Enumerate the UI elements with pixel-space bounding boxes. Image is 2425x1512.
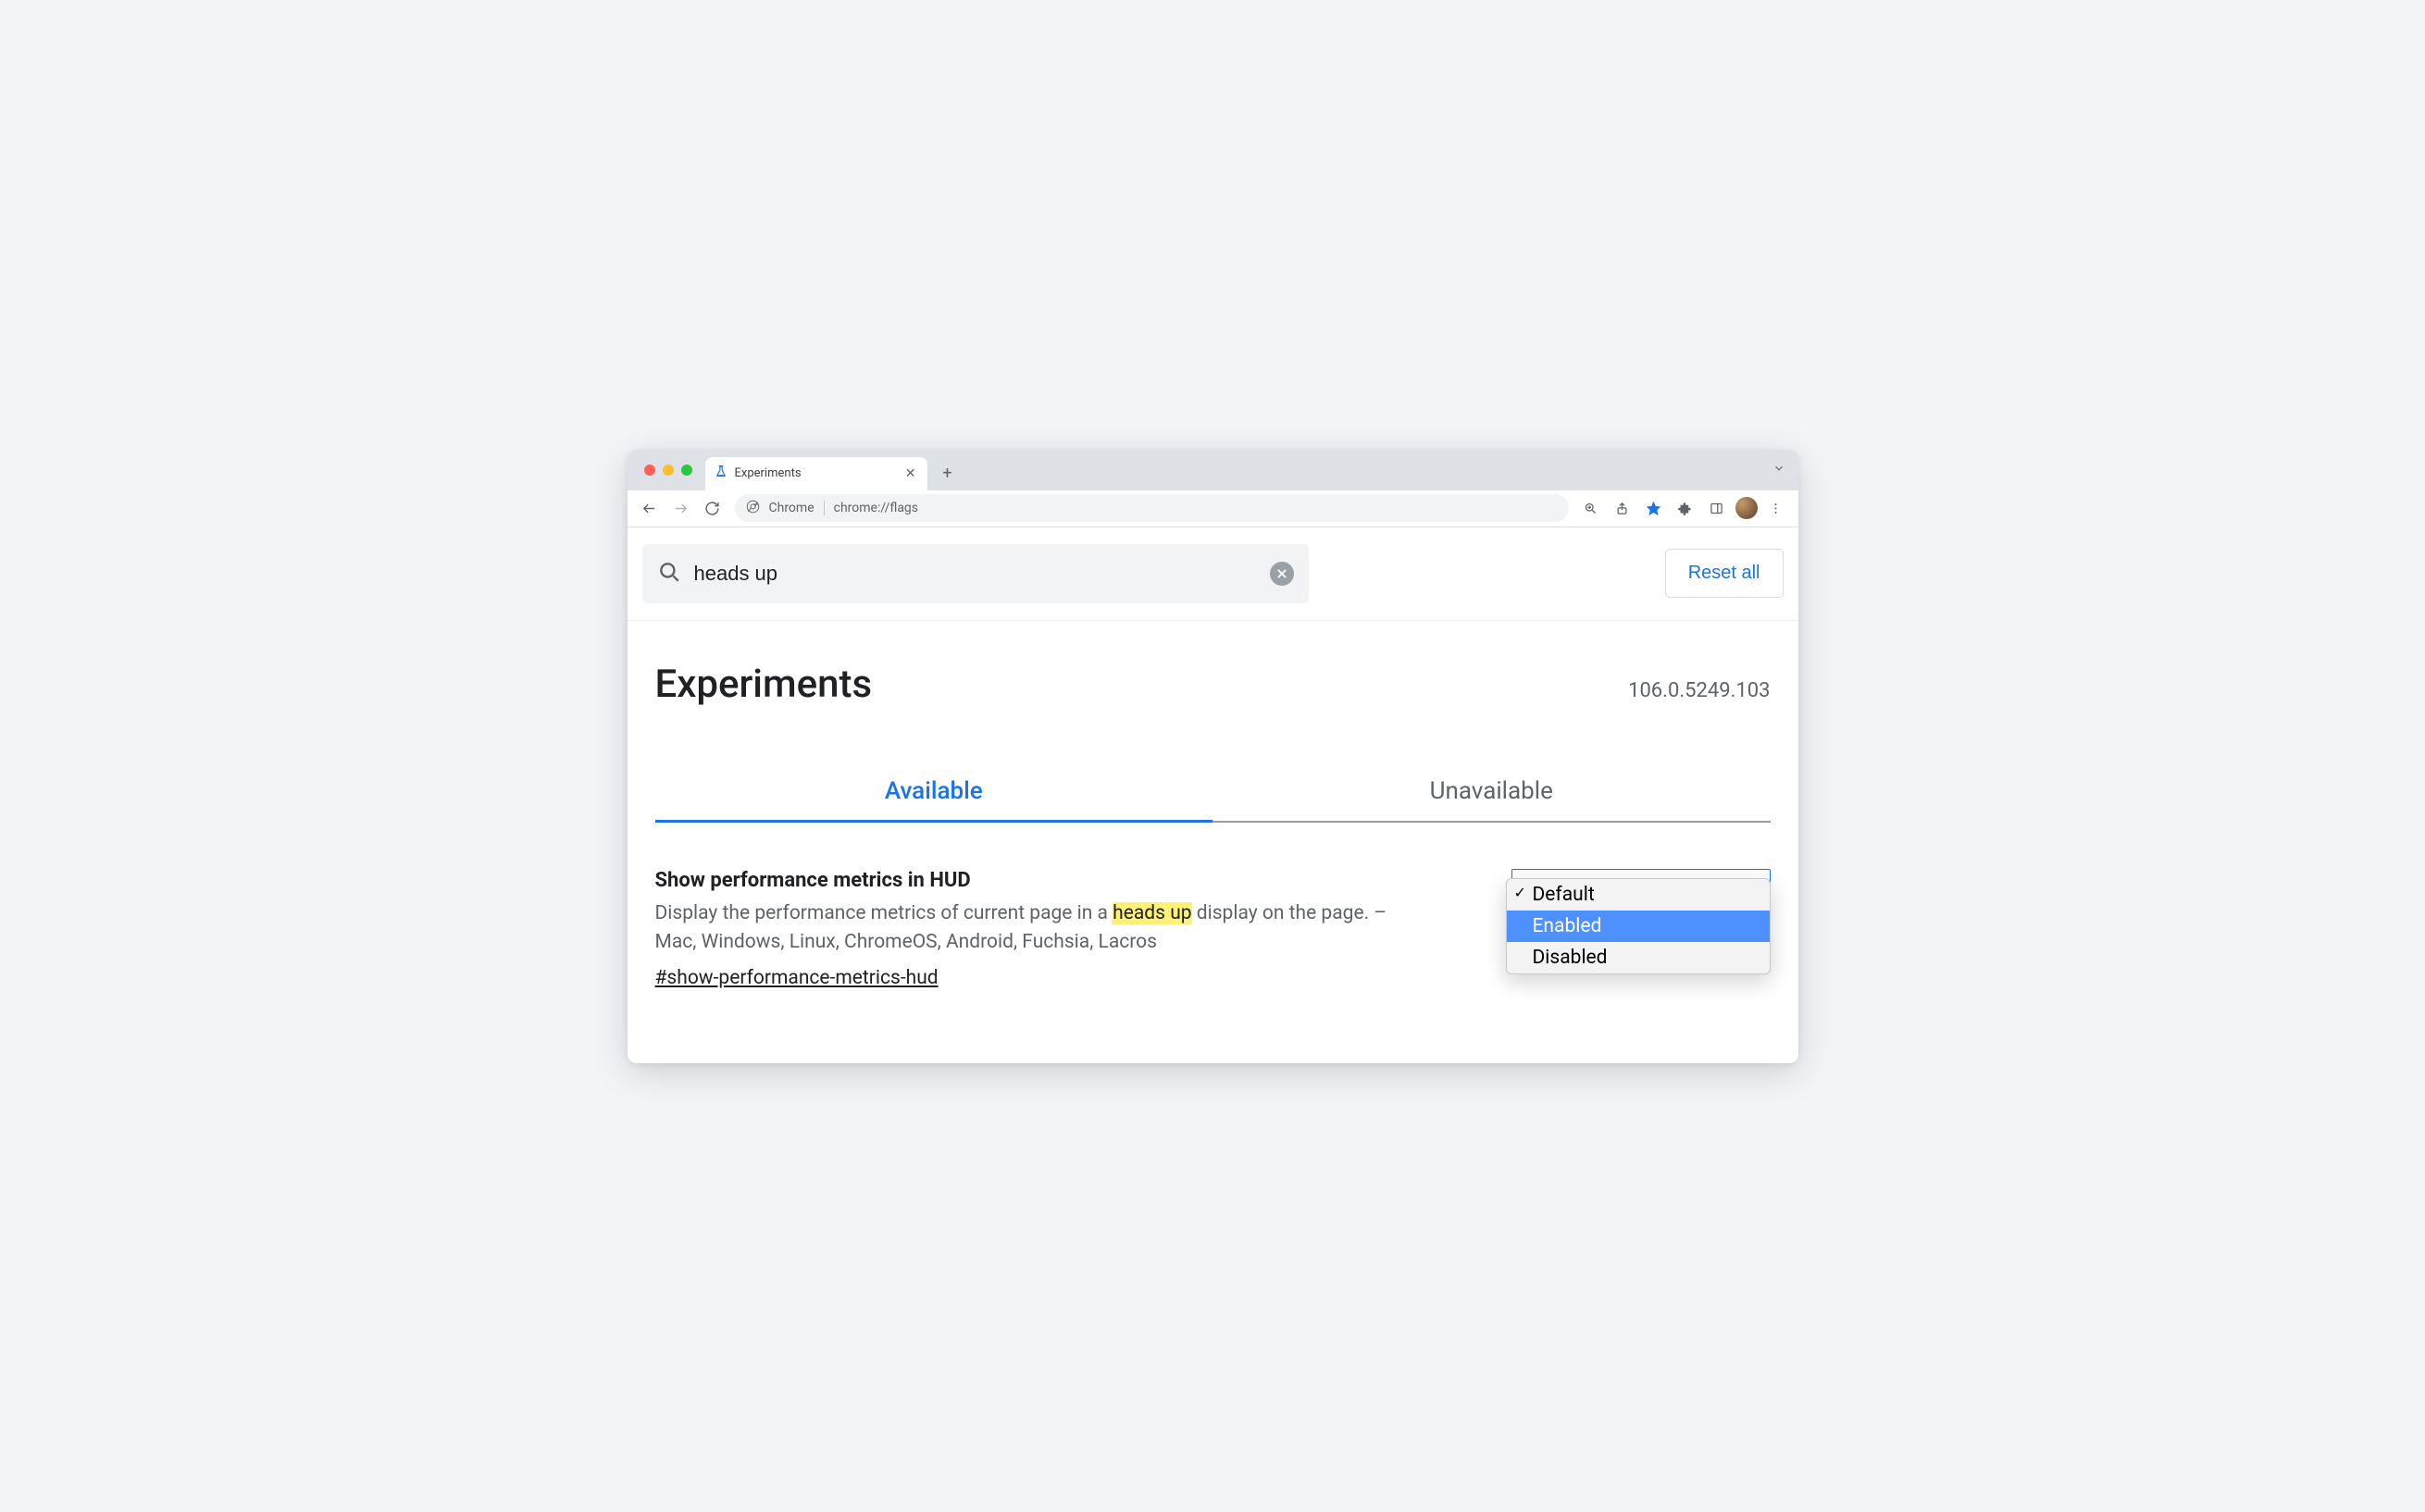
flag-option-disabled[interactable]: Disabled — [1507, 942, 1770, 973]
back-button[interactable] — [637, 495, 663, 521]
flag-main: Show performance metrics in HUD Display … — [655, 869, 1424, 989]
browser-toolbar: Chrome chrome://flags — [628, 490, 1798, 527]
flag-desc-before: Display the performance metrics of curre… — [655, 902, 1113, 924]
bookmark-star-icon[interactable] — [1641, 495, 1667, 521]
extensions-icon[interactable] — [1673, 495, 1698, 521]
omnibox-scheme-label: Chrome — [769, 501, 815, 515]
chrome-icon — [746, 500, 760, 517]
zoom-icon[interactable] — [1578, 495, 1604, 521]
reload-button[interactable] — [700, 495, 726, 521]
flag-title: Show performance metrics in HUD — [655, 869, 1424, 892]
chrome-version: 106.0.5249.103 — [1628, 679, 1770, 702]
forward-button[interactable] — [668, 495, 694, 521]
address-bar[interactable]: Chrome chrome://flags — [735, 494, 1569, 522]
tab-search-icon[interactable] — [1772, 461, 1785, 478]
window-controls — [644, 465, 692, 476]
flask-icon — [715, 465, 728, 482]
browser-tab[interactable]: Experiments ✕ — [705, 457, 927, 490]
browser-window: Experiments ✕ + Chrome chrome://flags — [628, 450, 1798, 1063]
omnibox-separator — [824, 501, 825, 515]
flag-anchor-link[interactable]: #show-performance-metrics-hud — [655, 967, 939, 989]
flag-select-dropdown: Default Enabled Disabled — [1506, 878, 1771, 974]
flag-option-default[interactable]: Default — [1507, 879, 1770, 911]
tab-strip: Experiments ✕ + — [628, 450, 1798, 490]
flags-search-input[interactable] — [694, 562, 1257, 586]
flag-tabs: Available Unavailable — [655, 762, 1771, 823]
reset-all-button[interactable]: Reset all — [1665, 549, 1784, 598]
close-window-button[interactable] — [644, 465, 655, 476]
close-tab-icon[interactable]: ✕ — [903, 466, 918, 481]
clear-search-icon[interactable] — [1270, 562, 1294, 586]
page-title: Experiments — [655, 662, 873, 707]
omnibox-url: chrome://flags — [834, 501, 1558, 515]
heading-row: Experiments 106.0.5249.103 — [628, 621, 1798, 716]
tab-available[interactable]: Available — [655, 762, 1213, 823]
share-icon[interactable] — [1610, 495, 1635, 521]
flag-entry: Show performance metrics in HUD Display … — [628, 823, 1798, 989]
flag-option-enabled[interactable]: Enabled — [1507, 911, 1770, 942]
search-icon — [657, 560, 681, 588]
kebab-menu-icon[interactable] — [1763, 495, 1789, 521]
flag-desc-highlight: heads up — [1113, 902, 1191, 924]
maximize-window-button[interactable] — [681, 465, 692, 476]
page-content: Reset all Experiments 106.0.5249.103 Ava… — [628, 527, 1798, 1063]
tab-unavailable[interactable]: Unavailable — [1212, 762, 1771, 823]
profile-avatar[interactable] — [1735, 497, 1758, 519]
tab-title: Experiments — [735, 466, 896, 480]
minimize-window-button[interactable] — [663, 465, 674, 476]
side-panel-icon[interactable] — [1704, 495, 1730, 521]
flags-search-box — [642, 544, 1309, 603]
search-row: Reset all — [628, 527, 1798, 621]
new-tab-button[interactable]: + — [935, 461, 961, 487]
flag-description: Display the performance metrics of curre… — [655, 899, 1424, 958]
toolbar-actions — [1578, 495, 1789, 521]
